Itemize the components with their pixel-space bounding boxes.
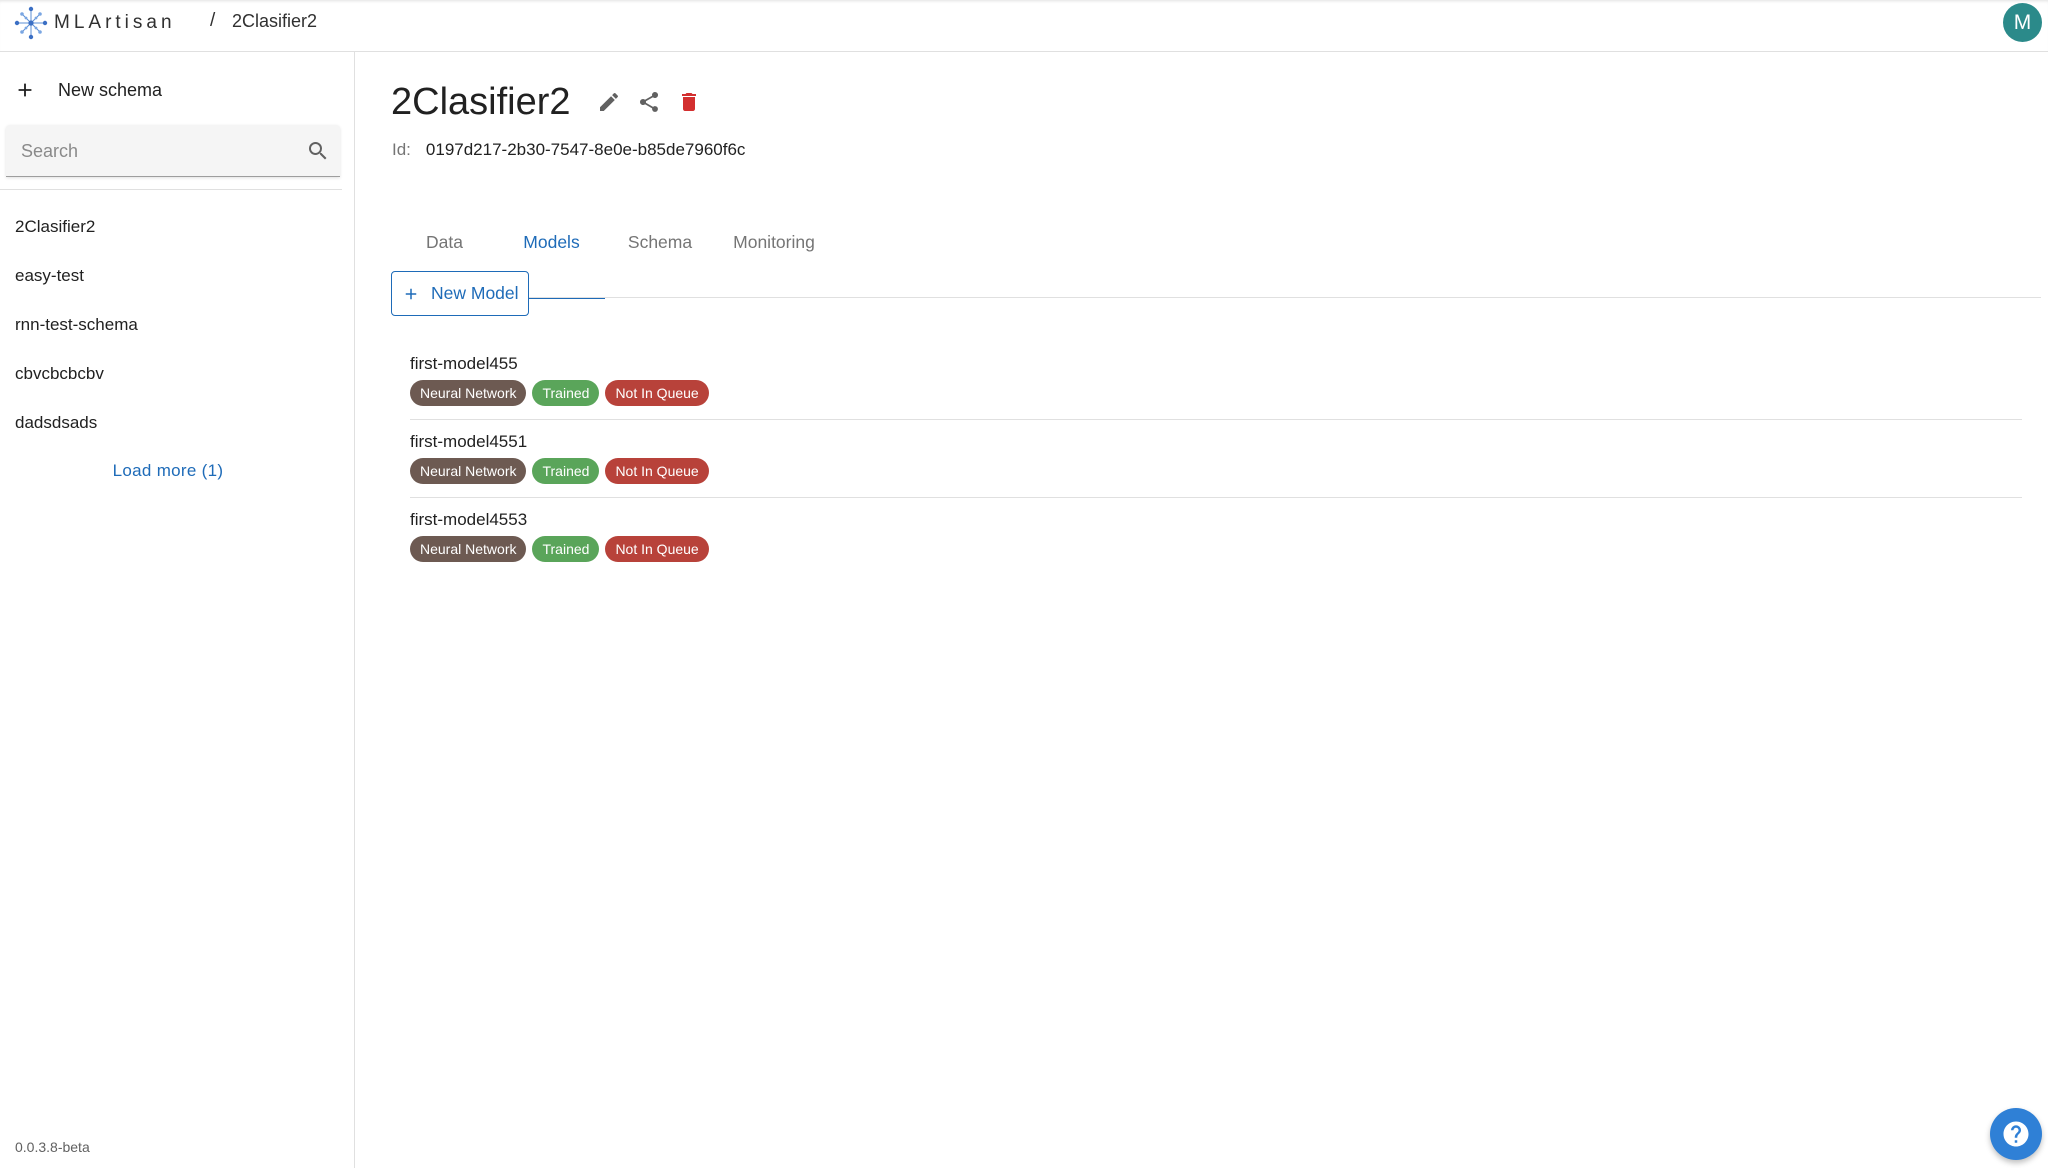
main-content: 2Clasifier2 Id: 0197d217-2b30-7547-8e0e-… — [356, 52, 2048, 1168]
schema-item-2clasifier2[interactable]: 2Clasifier2 — [0, 202, 354, 251]
list-item[interactable]: first-model4551 Neural Network Trained N… — [410, 420, 2022, 498]
list-item[interactable]: first-model455 Neural Network Trained No… — [410, 342, 2022, 420]
logo-text: MLArtisan — [54, 12, 176, 33]
share-icon — [639, 91, 658, 112]
id-label: Id: — [392, 140, 411, 159]
queue-chip: Not In Queue — [605, 380, 709, 406]
model-name: first-model4551 — [410, 432, 528, 451]
id-row: Id: 0197d217-2b30-7547-8e0e-b85de7960f6c — [392, 140, 745, 160]
status-chip: Trained — [532, 458, 600, 484]
search-icon[interactable] — [306, 139, 330, 163]
load-more-button[interactable]: Load more (1) — [0, 461, 336, 481]
search-input[interactable] — [6, 125, 296, 177]
model-name: first-model4553 — [410, 510, 528, 529]
new-model-button[interactable]: New Model — [391, 271, 529, 316]
model-chips: Neural Network Trained Not In Queue — [410, 458, 715, 484]
model-list: first-model455 Neural Network Trained No… — [410, 342, 2022, 576]
tabs-divider — [391, 297, 2041, 298]
type-chip: Neural Network — [410, 458, 527, 484]
id-value: 0197d217-2b30-7547-8e0e-b85de7960f6c — [425, 140, 746, 159]
sidebar: New schema 2Clasifier2 easy-test rnn-tes… — [0, 52, 355, 1168]
user-avatar[interactable]: M — [2003, 3, 2042, 42]
status-chip: Trained — [532, 536, 600, 562]
schema-item-dadsdsads[interactable]: dadsdsads — [0, 398, 354, 447]
queue-chip: Not In Queue — [605, 458, 709, 484]
app-version: 0.0.3.8-beta — [15, 1139, 90, 1155]
type-chip: Neural Network — [410, 536, 527, 562]
network-nodes-icon — [14, 6, 48, 40]
schema-list: 2Clasifier2 easy-test rnn-test-schema cb… — [0, 202, 354, 447]
top-bar: MLArtisan / 2Clasifier2 M — [0, 0, 2048, 52]
question-mark-icon — [2003, 1121, 2029, 1147]
schema-item-cbvcbcbcbv[interactable]: cbvcbcbcbv — [0, 349, 354, 398]
page-title: 2Clasifier2 — [391, 80, 571, 123]
sidebar-divider — [0, 189, 342, 190]
model-chips: Neural Network Trained Not In Queue — [410, 536, 715, 562]
title-actions — [589, 82, 709, 122]
edit-button[interactable] — [589, 82, 629, 122]
schema-item-easy-test[interactable]: easy-test — [0, 251, 354, 300]
plus-icon — [405, 288, 417, 299]
breadcrumb-separator: / — [210, 10, 216, 31]
tabs: Data Models Schema Monitoring — [391, 187, 2041, 299]
type-chip: Neural Network — [410, 380, 527, 406]
share-button[interactable] — [629, 82, 669, 122]
status-chip: Trained — [532, 380, 600, 406]
search-box — [6, 125, 340, 177]
tab-schema[interactable]: Schema — [605, 187, 715, 298]
new-model-label: New Model — [431, 283, 519, 303]
tab-monitoring[interactable]: Monitoring — [715, 187, 833, 298]
schema-item-rnn-test-schema[interactable]: rnn-test-schema — [0, 300, 354, 349]
title-row: 2Clasifier2 — [391, 76, 709, 128]
breadcrumb-current[interactable]: 2Clasifier2 — [232, 11, 317, 32]
model-name: first-model455 — [410, 354, 518, 373]
delete-button[interactable] — [669, 82, 709, 122]
pencil-icon — [599, 92, 618, 111]
queue-chip: Not In Queue — [605, 536, 709, 562]
new-schema-button[interactable]: New schema — [14, 74, 162, 106]
list-item[interactable]: first-model4553 Neural Network Trained N… — [410, 498, 2022, 576]
model-chips: Neural Network Trained Not In Queue — [410, 380, 715, 406]
help-button[interactable] — [1990, 1108, 2042, 1160]
trash-icon — [681, 93, 696, 111]
new-schema-label: New schema — [58, 79, 163, 100]
plus-icon — [18, 83, 32, 97]
app-logo[interactable]: MLArtisan — [14, 6, 176, 40]
